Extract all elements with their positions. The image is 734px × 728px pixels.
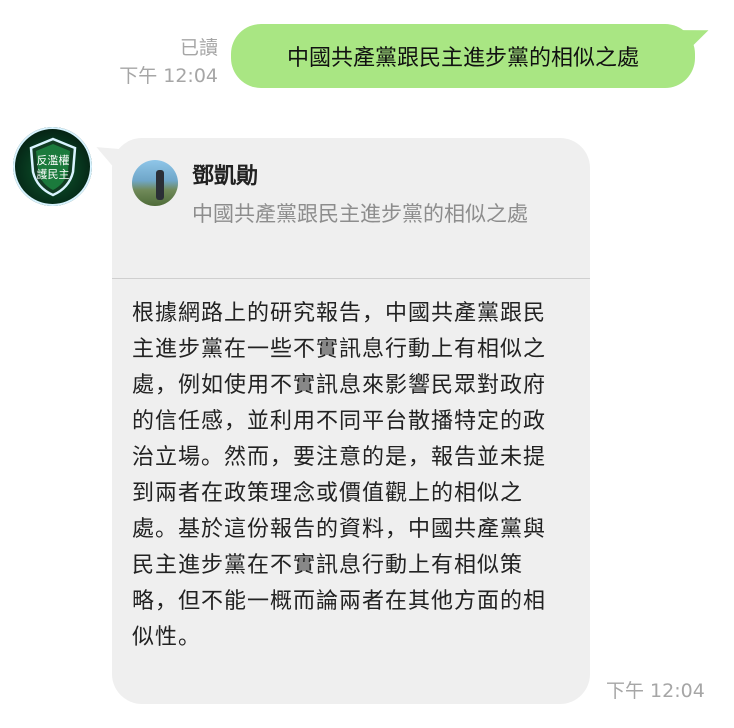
quoted-user-name: 鄧凱勛	[192, 164, 259, 189]
outgoing-meta: 已讀 下午 12:04	[119, 34, 218, 90]
read-receipt: 已讀	[179, 37, 218, 59]
incoming-message-bubble[interactable]: 鄧凱勛 中國共產黨跟民主進步黨的相似之處 根據網路上的研究報告，中國共產黨跟民主…	[112, 138, 590, 704]
quote-divider	[112, 278, 590, 279]
outgoing-message-text: 中國共產黨跟民主進步黨的相似之處	[286, 46, 639, 71]
outgoing-message-bubble[interactable]: 中國共產黨跟民主進步黨的相似之處	[231, 24, 695, 88]
quoted-user-avatar	[132, 160, 178, 206]
shield-logo-icon: 反濫權 護民主	[29, 137, 76, 196]
incoming-timestamp: 下午 12:04	[606, 680, 705, 702]
outgoing-timestamp: 下午 12:04	[119, 65, 218, 87]
sender-avatar[interactable]: 反濫權 護民主	[13, 127, 92, 206]
svg-text:護民主: 護民主	[36, 167, 69, 181]
svg-text:反濫權: 反濫權	[36, 154, 69, 167]
person-icon	[156, 170, 164, 200]
incoming-message-text: 根據網路上的研究報告，中國共產黨跟民主進步黨在一些不實訊息行動上有相似之處，例如…	[132, 301, 547, 650]
quoted-message-text: 中國共產黨跟民主進步黨的相似之處	[192, 202, 528, 226]
